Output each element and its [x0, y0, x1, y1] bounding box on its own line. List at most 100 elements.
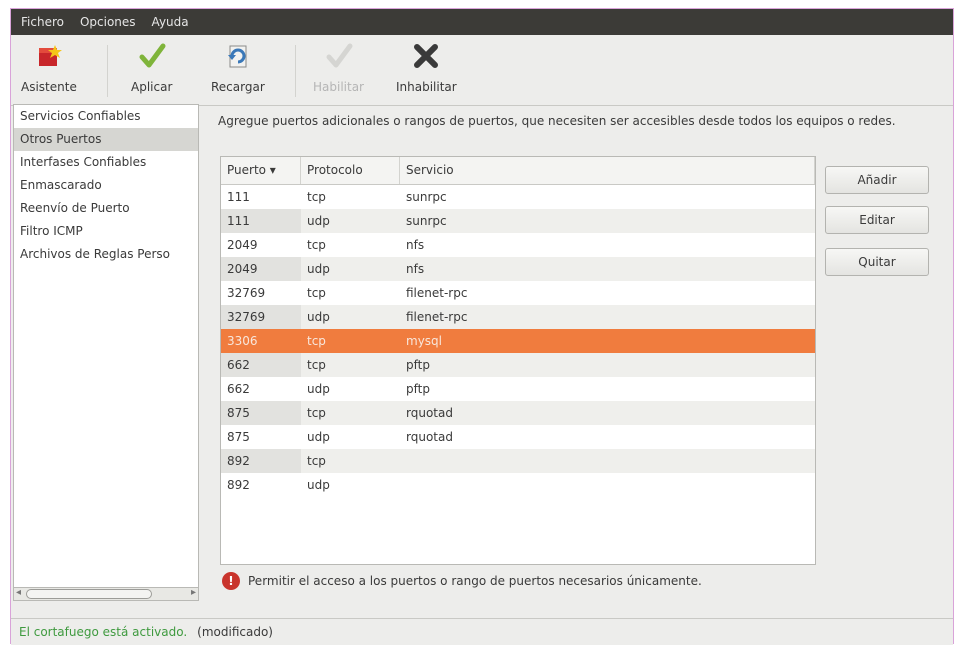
asistente-button[interactable]: Asistente — [21, 41, 77, 94]
status-modified: (modificado) — [197, 625, 273, 639]
edit-button[interactable]: Editar — [825, 206, 929, 234]
cell-puerto: 662 — [221, 353, 301, 377]
toolbar-separator — [295, 45, 296, 97]
cell-servicio: sunrpc — [406, 214, 447, 228]
check-icon — [137, 41, 167, 71]
table-row[interactable]: 892 udp — [221, 473, 815, 497]
column-header-puerto[interactable]: Puerto ▾ — [221, 157, 301, 184]
cell-puerto: 875 — [221, 401, 301, 425]
table-row[interactable]: 32769 udp filenet-rpc — [221, 305, 815, 329]
status-firewall-enabled: El cortafuego está activado. — [19, 625, 188, 639]
cell-puerto: 111 — [221, 185, 301, 209]
cell-puerto: 892 — [221, 473, 301, 497]
cell-puerto: 111 — [221, 209, 301, 233]
column-header-servicio[interactable]: Servicio — [400, 157, 815, 184]
cell-protocolo: tcp — [307, 334, 326, 348]
aplicar-button[interactable]: Aplicar — [131, 41, 172, 94]
table-row[interactable]: 32769 tcp filenet-rpc — [221, 281, 815, 305]
aplicar-label: Aplicar — [131, 80, 173, 94]
cell-protocolo: udp — [307, 214, 330, 228]
inhabilitar-button[interactable]: Inhabilitar — [396, 41, 457, 94]
disable-x-icon — [411, 41, 441, 71]
table-row[interactable]: 892 tcp — [221, 449, 815, 473]
cell-puerto: 875 — [221, 425, 301, 449]
table-header: Puerto ▾ Protocolo Servicio — [221, 157, 815, 185]
wizard-icon — [34, 41, 64, 71]
recargar-button[interactable]: Recargar — [211, 41, 265, 94]
cell-puerto: 892 — [221, 449, 301, 473]
table-row[interactable]: 2049 udp nfs — [221, 257, 815, 281]
toolbar: Asistente Aplicar Recargar Habilitar Inh… — [11, 35, 953, 106]
description-text: Agregue puertos adicionales o rangos de … — [218, 114, 896, 128]
ports-table: Puerto ▾ Protocolo Servicio 111 tcp sunrpc… — [220, 156, 816, 565]
cell-puerto: 32769 — [221, 305, 301, 329]
cell-puerto: 32769 — [221, 281, 301, 305]
menu-fichero[interactable]: Fichero — [11, 15, 72, 29]
table-row[interactable]: 875 tcp rquotad — [221, 401, 815, 425]
cell-servicio: sunrpc — [406, 190, 447, 204]
column-header-protocolo[interactable]: Protocolo — [301, 157, 400, 184]
cell-protocolo: tcp — [307, 238, 326, 252]
cell-servicio — [400, 449, 815, 473]
table-body: 111 tcp sunrpc 111 udp sunrpc 2049 tcp nfs 2049 ud… — [221, 185, 815, 497]
table-row[interactable]: 875 udp rquotad — [221, 425, 815, 449]
remove-button[interactable]: Quitar — [825, 248, 929, 276]
scrollbar-thumb[interactable] — [26, 589, 152, 599]
category-sidebar: Servicios Confiables Otros Puertos Inter… — [13, 104, 199, 591]
cell-protocolo: tcp — [307, 454, 326, 468]
cell-protocolo: udp — [307, 310, 330, 324]
sidebar-item-enmascarado[interactable]: Enmascarado — [14, 174, 198, 197]
sidebar-item-otros-puertos[interactable]: Otros Puertos — [14, 128, 198, 151]
cell-servicio: pftp — [406, 358, 430, 372]
sidebar-horizontal-scrollbar[interactable]: ◂ ▸ — [13, 587, 199, 601]
cell-protocolo: udp — [307, 478, 330, 492]
table-row[interactable]: 2049 tcp nfs — [221, 233, 815, 257]
cell-protocolo: tcp — [307, 190, 326, 204]
table-row[interactable]: 111 udp sunrpc — [221, 209, 815, 233]
sidebar-item-servicios-confiables[interactable]: Servicios Confiables — [14, 105, 198, 128]
cell-servicio: nfs — [406, 262, 425, 276]
cell-puerto: 2049 — [221, 233, 301, 257]
cell-servicio: pftp — [406, 382, 430, 396]
cell-servicio: nfs — [406, 238, 425, 252]
reload-icon — [223, 41, 253, 71]
notice: ! Permitir el acceso a los puertos o ran… — [222, 572, 702, 590]
menu-ayuda[interactable]: Ayuda — [144, 15, 197, 29]
cell-protocolo: tcp — [307, 406, 326, 420]
cell-protocolo: udp — [307, 382, 330, 396]
sidebar-item-interfases-confiables[interactable]: Interfases Confiables — [14, 151, 198, 174]
cell-protocolo: udp — [307, 262, 330, 276]
enable-check-icon — [324, 41, 354, 71]
cell-servicio: mysql — [406, 334, 442, 348]
table-row[interactable]: 662 tcp pftp — [221, 353, 815, 377]
menu-opciones[interactable]: Opciones — [72, 15, 144, 29]
habilitar-label: Habilitar — [313, 80, 364, 94]
inhabilitar-label: Inhabilitar — [396, 80, 457, 94]
sidebar-item-reenvio-de-puerto[interactable]: Reenvío de Puerto — [14, 197, 198, 220]
recargar-label: Recargar — [211, 80, 265, 94]
cell-puerto: 3306 — [221, 329, 301, 353]
menubar: Fichero Opciones Ayuda — [11, 9, 953, 35]
cell-protocolo: udp — [307, 430, 330, 444]
cell-protocolo: tcp — [307, 286, 326, 300]
sidebar-item-archivos-de-reglas[interactable]: Archivos de Reglas Perso — [14, 243, 198, 266]
habilitar-button[interactable]: Habilitar — [313, 41, 364, 94]
scroll-left-icon[interactable]: ◂ — [16, 587, 21, 598]
cell-servicio: rquotad — [406, 406, 453, 420]
toolbar-separator — [107, 45, 108, 97]
cell-servicio: rquotad — [406, 430, 453, 444]
cell-puerto: 662 — [221, 377, 301, 401]
add-button[interactable]: Añadir — [825, 166, 929, 194]
cell-servicio: filenet-rpc — [406, 286, 468, 300]
cell-servicio: filenet-rpc — [406, 310, 468, 324]
table-row[interactable]: 3306 tcp mysql — [221, 329, 815, 353]
notice-text: Permitir el acceso a los puertos o rango… — [248, 574, 702, 588]
scroll-right-icon[interactable]: ▸ — [191, 587, 196, 598]
warning-icon: ! — [222, 572, 240, 590]
statusbar: El cortafuego está activado. (modificado… — [11, 618, 953, 645]
cell-protocolo: tcp — [307, 358, 326, 372]
table-row[interactable]: 111 tcp sunrpc — [221, 185, 815, 209]
sidebar-item-filtro-icmp[interactable]: Filtro ICMP — [14, 220, 198, 243]
table-row[interactable]: 662 udp pftp — [221, 377, 815, 401]
cell-servicio — [400, 473, 815, 497]
